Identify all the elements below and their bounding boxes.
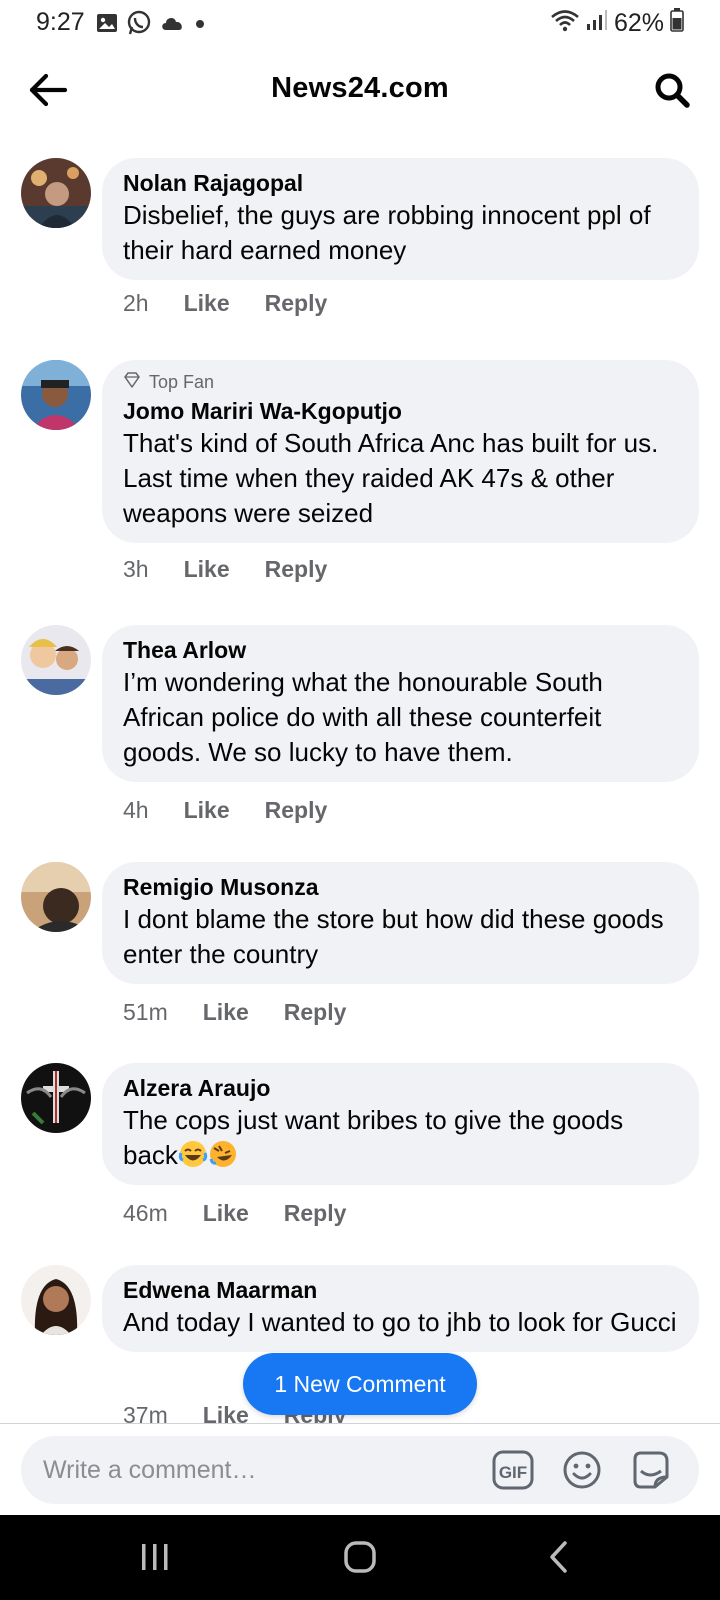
- battery-text: 62%: [613, 9, 664, 37]
- emoji-icon: [562, 1450, 602, 1495]
- comment-time[interactable]: 51m: [123, 999, 168, 1026]
- sticker-icon: [629, 1449, 671, 1496]
- wifi-icon: [550, 8, 580, 39]
- emoji-button[interactable]: [560, 1450, 604, 1494]
- avatar[interactable]: [21, 625, 91, 695]
- comment-actions: 51m Like Reply: [123, 999, 346, 1026]
- comment-text: I dont blame the store but how did these…: [123, 904, 664, 969]
- avatar[interactable]: [21, 158, 91, 228]
- comment-author[interactable]: Nolan Rajagopal: [123, 168, 679, 198]
- comment-text: I’m wondering what the honourable South …: [123, 667, 603, 767]
- comment-text: The cops just want bribes to give the go…: [123, 1103, 679, 1173]
- comment-time[interactable]: 46m: [123, 1200, 168, 1227]
- diamond-icon: [123, 371, 141, 393]
- home-button[interactable]: [335, 1539, 385, 1579]
- comment-input[interactable]: [43, 1436, 463, 1504]
- home-icon: [343, 1540, 377, 1579]
- comment-bubble[interactable]: Nolan Rajagopal Disbelief, the guys are …: [102, 158, 699, 280]
- page-title: News24.com: [271, 72, 449, 104]
- avatar[interactable]: [21, 862, 91, 932]
- new-comment-button[interactable]: 1 New Comment: [243, 1353, 477, 1415]
- like-button[interactable]: Like: [184, 797, 230, 824]
- comment-bubble[interactable]: Edwena Maarman And today I wanted to go …: [102, 1265, 699, 1352]
- status-bar: 9:27 62%: [0, 0, 720, 46]
- top-fan-label: Top Fan: [149, 371, 215, 392]
- search-icon: [653, 71, 691, 114]
- system-navigation-bar: [0, 1515, 720, 1600]
- reply-button[interactable]: Reply: [284, 999, 347, 1026]
- avatar[interactable]: [21, 360, 91, 430]
- recent-apps-button[interactable]: [130, 1539, 180, 1579]
- comment-composer: GIF: [0, 1424, 720, 1515]
- dot-icon: [194, 17, 206, 35]
- battery-icon: [670, 8, 684, 39]
- comment-bubble[interactable]: Top Fan Jomo Mariri Wa-Kgoputjo That's k…: [102, 360, 699, 543]
- comment-bubble[interactable]: Thea Arlow I’m wondering what the honour…: [102, 625, 699, 782]
- cloud-icon: [160, 14, 186, 37]
- recent-apps-icon: [139, 1542, 171, 1577]
- comment-text: That's kind of South Africa Anc has buil…: [123, 428, 659, 528]
- comment-author[interactable]: Alzera Araujo: [123, 1073, 679, 1103]
- reply-button[interactable]: Reply: [265, 290, 328, 317]
- top-fan-badge: Top Fan: [123, 370, 679, 394]
- avatar[interactable]: [21, 1265, 91, 1335]
- comment-text: And today I wanted to go to jhb to look …: [123, 1307, 677, 1337]
- comment-time[interactable]: 2h: [123, 290, 149, 317]
- tears-of-joy-emoji: [178, 1139, 208, 1169]
- system-back-button[interactable]: [534, 1539, 584, 1579]
- comment-actions: 3h Like Reply: [123, 556, 327, 583]
- like-button[interactable]: Like: [184, 290, 230, 317]
- like-button[interactable]: Like: [203, 1200, 249, 1227]
- rolling-laughing-emoji: [208, 1139, 238, 1169]
- comment-author[interactable]: Edwena Maarman: [123, 1275, 679, 1305]
- comment-time[interactable]: 3h: [123, 556, 149, 583]
- composer-field: GIF: [21, 1436, 699, 1504]
- status-system-icons: 62%: [550, 8, 684, 39]
- comment-actions: 2h Like Reply: [123, 290, 327, 317]
- whatsapp-icon: [126, 10, 152, 41]
- comment-author[interactable]: Jomo Mariri Wa-Kgoputjo: [123, 396, 679, 426]
- gif-icon: GIF: [492, 1450, 534, 1495]
- comment-author[interactable]: Thea Arlow: [123, 635, 679, 665]
- comment-author[interactable]: Remigio Musonza: [123, 872, 679, 902]
- gif-button[interactable]: GIF: [491, 1450, 535, 1494]
- search-button[interactable]: [650, 70, 694, 114]
- reply-button[interactable]: Reply: [265, 797, 328, 824]
- status-notification-icons: [96, 10, 206, 41]
- like-button[interactable]: Like: [203, 999, 249, 1026]
- back-icon: [547, 1540, 571, 1579]
- reply-button[interactable]: Reply: [284, 1200, 347, 1227]
- gallery-icon: [96, 12, 118, 39]
- comment-bubble[interactable]: Alzera Araujo The cops just want bribes …: [102, 1063, 699, 1185]
- like-button[interactable]: Like: [184, 556, 230, 583]
- comment-actions: 4h Like Reply: [123, 797, 327, 824]
- comment-actions: 46m Like Reply: [123, 1200, 346, 1227]
- status-time: 9:27: [36, 8, 85, 36]
- comment-time[interactable]: 4h: [123, 797, 149, 824]
- sticker-button[interactable]: [628, 1450, 672, 1494]
- avatar[interactable]: [21, 1063, 91, 1133]
- app-header: News24.com: [0, 56, 720, 126]
- gif-label: GIF: [499, 1463, 527, 1482]
- comment-bubble[interactable]: Remigio Musonza I dont blame the store b…: [102, 862, 699, 984]
- comment-text: Disbelief, the guys are robbing innocent…: [123, 200, 651, 265]
- reply-button[interactable]: Reply: [265, 556, 328, 583]
- signal-icon: [586, 9, 608, 38]
